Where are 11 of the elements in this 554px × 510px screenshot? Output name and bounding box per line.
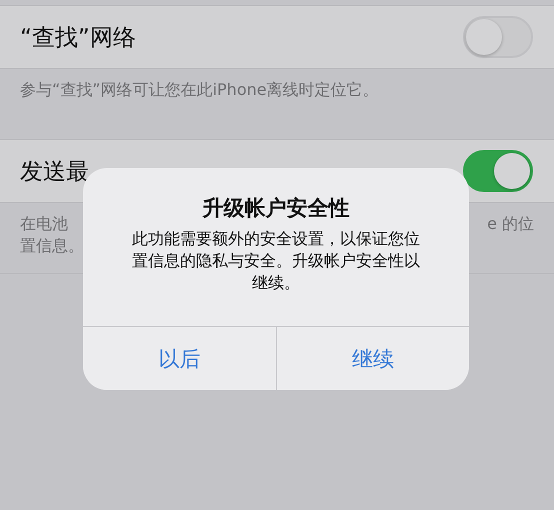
toggle-switch[interactable] (463, 16, 533, 58)
setting-label: 发送最 (20, 158, 89, 186)
footer-text: 在电池 (20, 213, 68, 235)
alert-title: 升级帐户安全性 (201, 195, 350, 222)
setting-label: “查找”网络 (20, 24, 136, 52)
footer-text: 参与“查找”网络可让您在此iPhone离线时定位它。 (20, 79, 379, 101)
alert-message: 此功能需要额外的安全设置，以保证您位置信息的隐私与安全。升级帐户安全性以继续。 (131, 228, 421, 294)
toggle-switch[interactable] (463, 150, 533, 192)
footer-text: e 的位 (487, 213, 534, 235)
footer-text: 置信息。 (20, 235, 84, 257)
alert-button[interactable]: 继续 (276, 327, 469, 390)
